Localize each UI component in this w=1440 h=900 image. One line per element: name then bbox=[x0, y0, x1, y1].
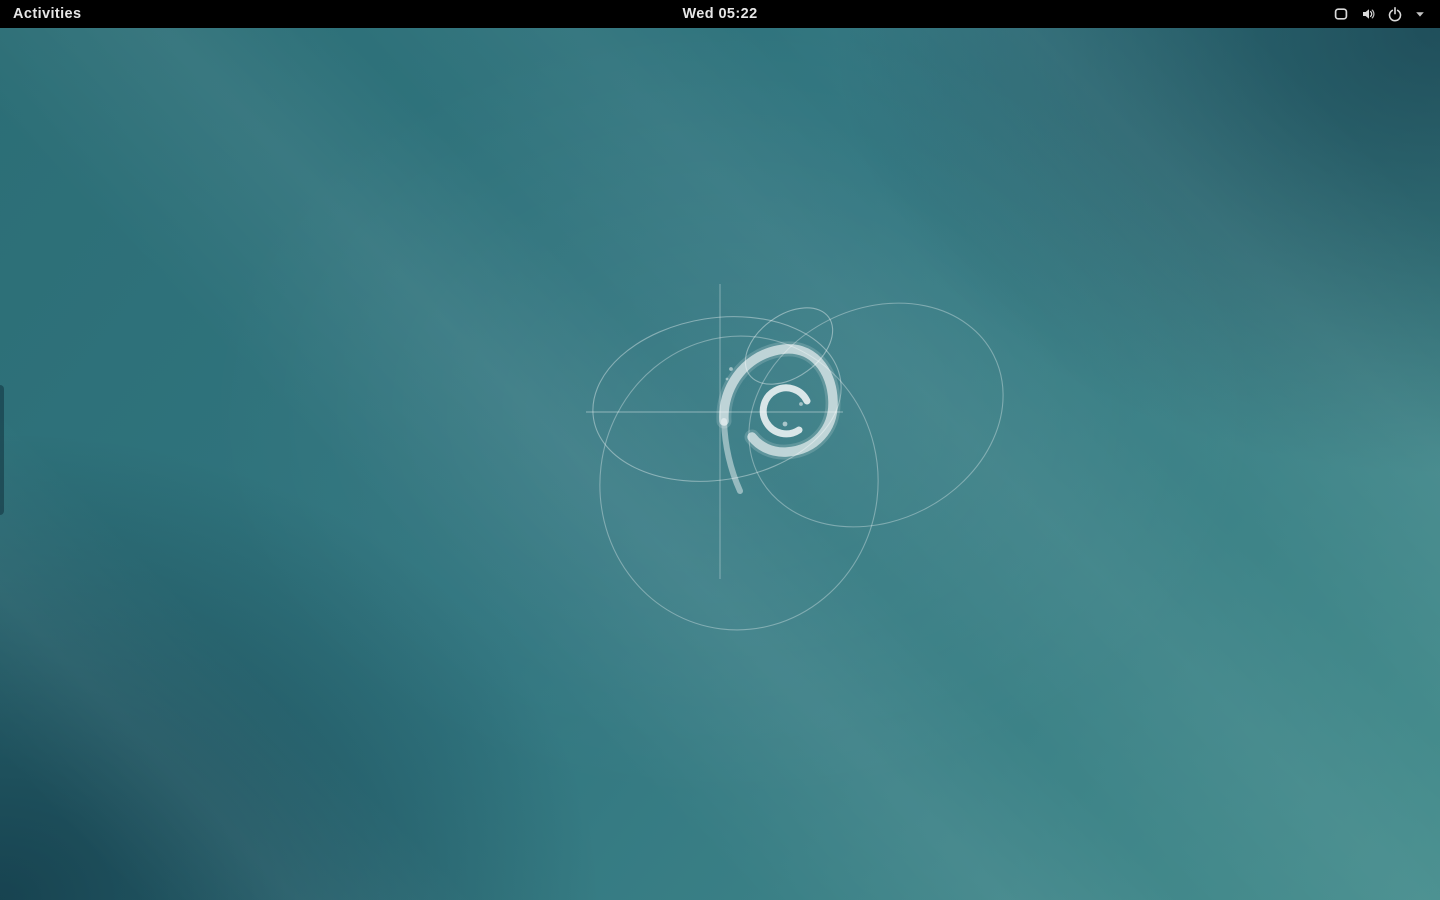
desktop-wallpaper bbox=[0, 28, 1440, 900]
top-panel: Activities Wed 05:22 bbox=[0, 0, 1440, 28]
power-icon bbox=[1387, 6, 1403, 22]
gnome-desktop-screen: Activities Wed 05:22 bbox=[0, 0, 1440, 900]
network-display-icon bbox=[1333, 6, 1349, 22]
system-status-menu[interactable] bbox=[1325, 0, 1440, 28]
system-menu-caret-icon bbox=[1414, 8, 1426, 20]
clock-button[interactable]: Wed 05:22 bbox=[674, 0, 765, 28]
left-edge-shadow bbox=[0, 385, 4, 515]
activities-button[interactable]: Activities bbox=[6, 3, 88, 25]
volume-icon bbox=[1360, 6, 1376, 22]
